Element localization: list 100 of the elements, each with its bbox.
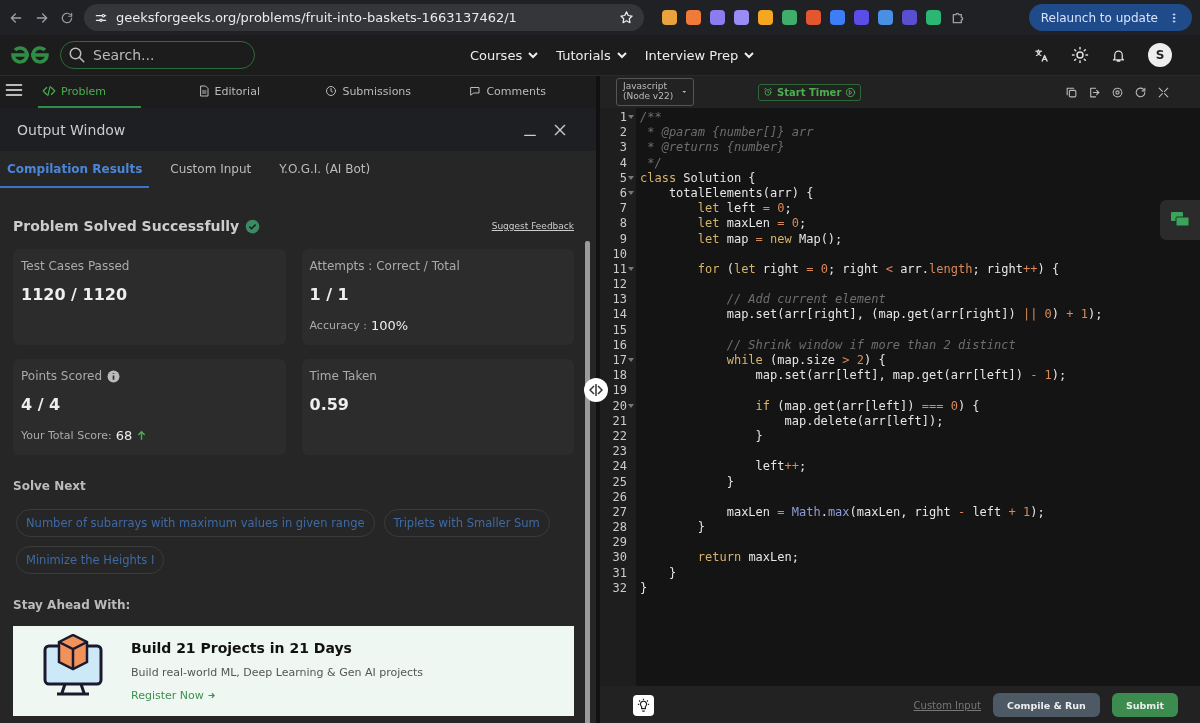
- register-link[interactable]: Register Now: [131, 689, 216, 702]
- extension-icon[interactable]: [878, 10, 893, 25]
- output-tab[interactable]: Custom Input: [163, 151, 259, 188]
- code-line: let maxLen = 0;: [696, 216, 807, 231]
- line-number: 3: [619, 140, 627, 156]
- code-line: * @returns {number}: [646, 140, 785, 155]
- code-line: /**: [640, 110, 662, 124]
- chevron-down-icon: [616, 51, 627, 59]
- line-number: 25: [612, 474, 627, 490]
- code-line: map.set(arr[right], (map.get(arr[right]) || 0) + 1);: [725, 307, 1103, 322]
- nav-menu[interactable]: Courses: [470, 47, 539, 63]
- stat-label: Test Cases Passed: [21, 259, 130, 273]
- fold-caret-icon[interactable]: [628, 266, 634, 271]
- document-icon: [197, 85, 210, 97]
- promo-description: Build real-world ML, Deep Learning & Gen AI projects: [131, 666, 424, 679]
- extension-icon[interactable]: [662, 10, 677, 25]
- code-line: let left = 0;: [696, 201, 792, 216]
- sun-icon[interactable]: [1071, 46, 1089, 64]
- fold-caret-icon[interactable]: [628, 115, 634, 119]
- code-line: }: [667, 565, 677, 580]
- code-line: map.set(arr[left], map.get(arr[left]) - 1);: [754, 368, 1067, 383]
- extension-icon[interactable]: [710, 10, 725, 25]
- language-select[interactable]: Javascript (Node v22): [616, 78, 694, 106]
- submit-button[interactable]: Submit: [1111, 693, 1178, 717]
- extension-icon[interactable]: [926, 10, 941, 25]
- problem-tab[interactable]: Comments: [456, 76, 559, 108]
- code-line: totalElements(arr) {: [667, 185, 814, 200]
- fullscreen-icon[interactable]: [1157, 85, 1170, 99]
- code-line: class Solution {: [640, 170, 756, 185]
- code-icon: [42, 84, 56, 98]
- code-editor[interactable]: [600, 108, 1200, 686]
- line-number: 30: [612, 550, 627, 566]
- dropdown-caret-icon: [682, 88, 687, 96]
- suggest-feedback-link[interactable]: Suggest Feedback: [491, 221, 574, 231]
- stat-label: Time Taken: [309, 369, 377, 383]
- promo-title: Build 21 Projects in 21 Days: [131, 640, 352, 656]
- output-tab[interactable]: Compilation Results: [0, 151, 150, 188]
- url-text: geeksforgeeks.org/problems/fruit-into-baskets-1663137462/1: [116, 10, 518, 25]
- code-line: }: [640, 580, 648, 595]
- fold-caret-icon[interactable]: [628, 190, 634, 195]
- scrollbar[interactable]: [585, 241, 590, 723]
- copy-icon[interactable]: [1065, 85, 1078, 99]
- line-number: 24: [612, 459, 627, 475]
- bell-icon[interactable]: [1111, 47, 1126, 63]
- reset-icon[interactable]: [1134, 85, 1147, 99]
- problem-tab[interactable]: Submissions: [317, 76, 420, 108]
- problem-tab[interactable]: Editorial: [177, 76, 280, 108]
- extension-icon[interactable]: [806, 10, 821, 25]
- nav-menu[interactable]: Interview Prep: [644, 47, 755, 63]
- code-line: map.delete(arr[left]);: [783, 413, 944, 428]
- output-window-title: Output Window: [17, 121, 127, 138]
- logo-icon[interactable]: [10, 44, 50, 66]
- address-bar[interactable]: geeksforgeeks.org/problems/fruit-into-baskets-1663137462/1: [84, 4, 644, 31]
- line-number: 10: [612, 246, 627, 262]
- extension-icon[interactable]: [734, 10, 749, 25]
- computer-box-drawing: [43, 634, 103, 696]
- extension-icon[interactable]: [782, 10, 797, 25]
- chevron-down-icon: [744, 51, 755, 59]
- lightbulb-icon[interactable]: [633, 694, 654, 716]
- alarm-clock-icon: [763, 87, 773, 97]
- translate-icon[interactable]: [1034, 47, 1049, 63]
- line-number: 6: [619, 185, 627, 202]
- section-heading: Stay Ahead With:: [13, 598, 132, 612]
- line-number: 1: [619, 110, 627, 126]
- line-number: 9: [619, 231, 627, 247]
- nav-menu[interactable]: Tutorials: [556, 47, 627, 63]
- compile-run-button[interactable]: Compile & Run: [993, 693, 1100, 717]
- split-handle-icon[interactable]: [584, 378, 608, 402]
- settings-icon[interactable]: [1111, 85, 1124, 99]
- stat-sub-label: Your Total Score:: [21, 429, 112, 442]
- extension-icon[interactable]: [686, 10, 701, 25]
- search-field[interactable]: Search...: [60, 41, 255, 69]
- start-timer-button[interactable]: Start Timer: [758, 83, 862, 101]
- fold-caret-icon[interactable]: [628, 403, 634, 408]
- chat-button[interactable]: [1160, 200, 1200, 240]
- chat-icon: [469, 85, 482, 97]
- code-line: */: [646, 155, 662, 170]
- line-number: 14: [612, 307, 627, 323]
- bookmark-star-icon[interactable]: [619, 10, 634, 25]
- output-tab[interactable]: Y.O.G.I. (AI Bot): [272, 151, 378, 188]
- stat-value: 0.59: [309, 395, 349, 414]
- user-avatar[interactable]: S: [1148, 43, 1172, 67]
- chevron-down-icon: [528, 51, 539, 59]
- custom-input-link[interactable]: Custom Input: [913, 699, 981, 711]
- extension-icon[interactable]: [758, 10, 773, 25]
- fold-caret-icon[interactable]: [628, 175, 634, 180]
- code-line: }: [725, 474, 734, 489]
- line-number: 19: [612, 383, 627, 399]
- line-number: 12: [612, 277, 627, 293]
- code-line: maxLen = Math.max(maxLen, right - left + 1);: [725, 504, 1045, 519]
- extension-icon[interactable]: [830, 10, 845, 25]
- exit-icon[interactable]: [1088, 85, 1101, 99]
- code-line: if (map.get(arr[left]) === 0) {: [754, 398, 980, 413]
- relaunch-button[interactable]: Relaunch to update: [1028, 4, 1192, 31]
- code-line: * @param {number[]} arr: [646, 125, 814, 140]
- stat-sub-value: 68: [115, 428, 133, 443]
- info-icon[interactable]: [107, 369, 121, 383]
- line-number: 8: [619, 216, 627, 232]
- fold-caret-icon[interactable]: [628, 358, 634, 362]
- reload-icon[interactable]: [60, 10, 74, 25]
